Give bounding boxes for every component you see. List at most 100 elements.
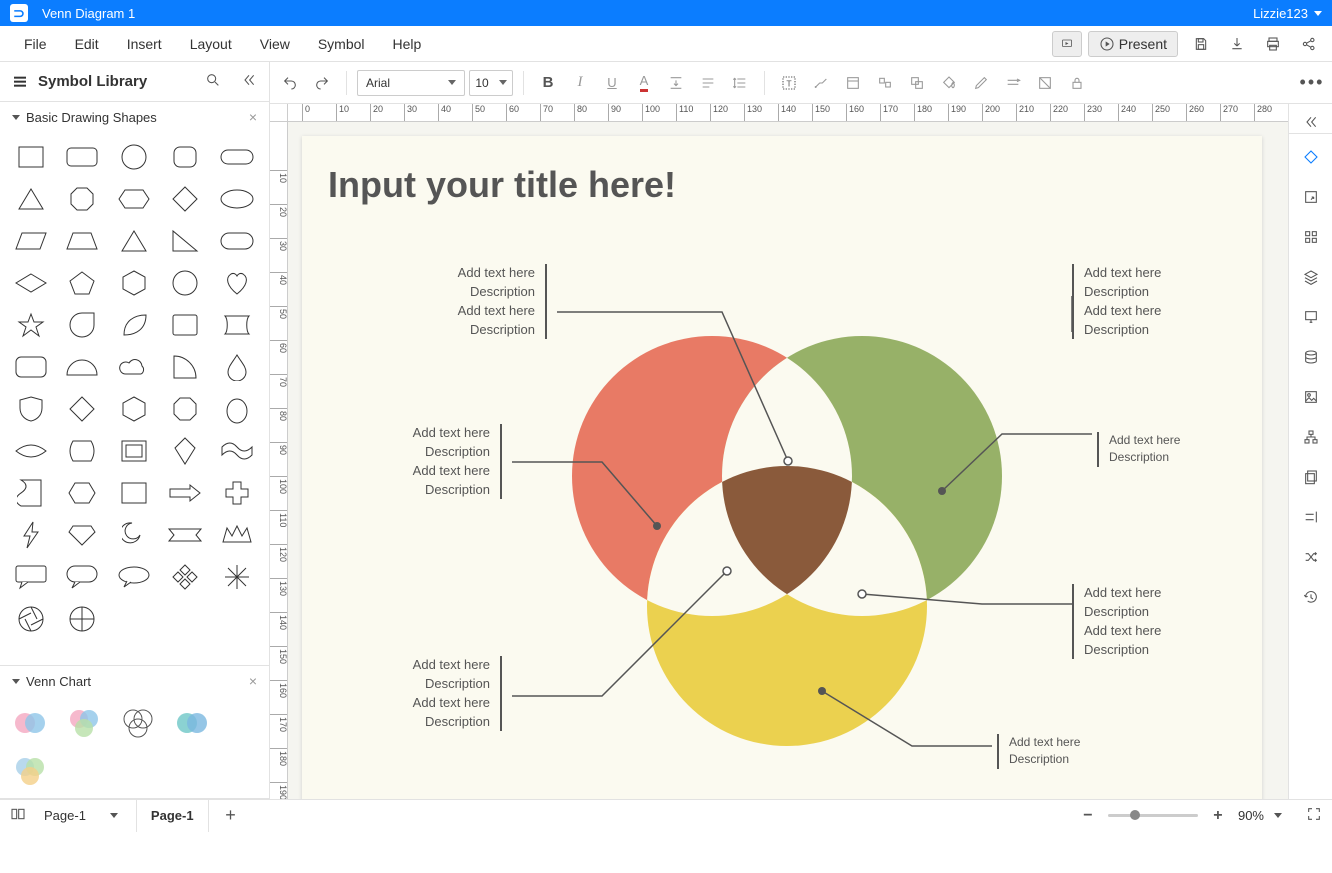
shape-rounded-square[interactable] [164, 140, 206, 174]
add-page-button[interactable]: + [219, 804, 243, 828]
more-button[interactable]: ••• [1298, 69, 1326, 97]
expand-right-panel-button[interactable] [1289, 110, 1332, 134]
data-button[interactable] [1294, 340, 1328, 374]
shape-kite[interactable] [164, 434, 206, 468]
shape-aperture[interactable] [10, 602, 52, 636]
menu-insert[interactable]: Insert [113, 36, 176, 52]
venn-2circle-color[interactable] [10, 706, 50, 740]
image-button[interactable] [1294, 380, 1328, 414]
shape-trapezoid[interactable] [61, 224, 103, 258]
shape-hexagon-v[interactable] [113, 266, 155, 300]
clear-format-button[interactable] [1031, 69, 1059, 97]
menu-symbol[interactable]: Symbol [304, 36, 379, 52]
shape-roundrect2[interactable] [10, 350, 52, 384]
shape-gem[interactable] [61, 518, 103, 552]
venn-3circle-pastel[interactable] [10, 754, 50, 788]
shape-heart[interactable] [216, 266, 258, 300]
shape-quarter-circle[interactable] [164, 350, 206, 384]
menu-edit[interactable]: Edit [61, 36, 113, 52]
callout-top-right[interactable]: Add text here Description Add text here … [1072, 264, 1227, 339]
collapse-library-button[interactable] [241, 72, 257, 92]
shape-leaf[interactable] [113, 308, 155, 342]
shape-half-circle[interactable] [61, 350, 103, 384]
apps-button[interactable] [1294, 220, 1328, 254]
shape-banner[interactable] [164, 518, 206, 552]
page-tab[interactable]: Page-1 [136, 800, 209, 832]
menu-layout[interactable]: Layout [176, 36, 246, 52]
history-button[interactable] [1294, 580, 1328, 614]
shape-parallelogram[interactable] [10, 224, 52, 258]
presentation-mode-button[interactable] [1052, 31, 1082, 57]
page-select[interactable]: Page-1 [36, 808, 126, 823]
page-layout-button[interactable] [10, 806, 26, 825]
save-button[interactable] [1188, 31, 1214, 57]
distribute-button[interactable] [1294, 500, 1328, 534]
zoom-in-button[interactable]: + [1208, 806, 1228, 826]
shape-triangle[interactable] [10, 182, 52, 216]
shape-egg[interactable] [216, 392, 258, 426]
shape-speech-oval[interactable] [113, 560, 155, 594]
shape-arrow-right[interactable] [164, 476, 206, 510]
shape-diamond2[interactable] [61, 392, 103, 426]
shape-card[interactable] [164, 308, 206, 342]
shape-lens[interactable] [10, 434, 52, 468]
venn-3circle-outline[interactable] [118, 706, 158, 740]
print-button[interactable] [1260, 31, 1286, 57]
shape-right-triangle[interactable] [164, 224, 206, 258]
redo-button[interactable] [308, 69, 336, 97]
shape-concave[interactable] [216, 308, 258, 342]
text-box-button[interactable]: T [775, 69, 803, 97]
shape-star[interactable] [10, 308, 52, 342]
clipboard-button[interactable] [1294, 460, 1328, 494]
shape-octagon2[interactable] [164, 392, 206, 426]
font-color-button[interactable]: A [630, 69, 658, 97]
shape-pill[interactable] [216, 140, 258, 174]
shape-crown[interactable] [216, 518, 258, 552]
search-button[interactable] [205, 72, 221, 92]
shape-rounded-rect[interactable] [61, 140, 103, 174]
shape-speech-rect[interactable] [10, 560, 52, 594]
align-objects-button[interactable] [871, 69, 899, 97]
shape-pentagon[interactable] [61, 266, 103, 300]
shape-hexagon3[interactable] [61, 476, 103, 510]
canvas-page[interactable]: Input your title here! [302, 136, 1262, 799]
shape-cut-rect[interactable] [113, 476, 155, 510]
shape-octagon[interactable] [61, 182, 103, 216]
font-family-select[interactable]: Arial [357, 70, 465, 96]
shape-hexagon-h[interactable] [113, 182, 155, 216]
shape-heptagon[interactable] [164, 266, 206, 300]
shape-grid4[interactable] [216, 560, 258, 594]
callout-bot-right[interactable]: Add text here Description Add text here … [1072, 584, 1227, 659]
zoom-slider[interactable] [1108, 814, 1198, 817]
canvas-area[interactable]: 0102030405060708090100110120130140150160… [270, 104, 1288, 799]
basic-shapes-header[interactable]: Basic Drawing Shapes × [0, 102, 269, 132]
shape-wave[interactable] [216, 434, 258, 468]
shape-plaque[interactable] [61, 434, 103, 468]
connector-button[interactable] [807, 69, 835, 97]
shape-stadium[interactable] [216, 224, 258, 258]
shape-4diamond[interactable] [164, 560, 206, 594]
callout-bot-left[interactable]: Add text here Description Add text here … [347, 656, 502, 731]
container-button[interactable] [839, 69, 867, 97]
shape-shield[interactable] [10, 392, 52, 426]
shape-square[interactable] [10, 140, 52, 174]
menu-help[interactable]: Help [379, 36, 436, 52]
callout-top-left[interactable]: Add text here Description Add text here … [392, 264, 547, 339]
shape-moon[interactable] [113, 518, 155, 552]
callout-mid-right[interactable]: Add text here Description [1097, 432, 1217, 467]
lock-button[interactable] [1063, 69, 1091, 97]
text-halign-button[interactable] [694, 69, 722, 97]
comments-button[interactable] [1294, 300, 1328, 334]
theme-button[interactable] [1294, 140, 1328, 174]
shape-cloud[interactable] [113, 350, 155, 384]
shape-drop[interactable] [216, 350, 258, 384]
share-button[interactable] [1296, 31, 1322, 57]
shape-frame[interactable] [113, 434, 155, 468]
export-button[interactable] [1294, 180, 1328, 214]
line-style-button[interactable] [999, 69, 1027, 97]
download-button[interactable] [1224, 31, 1250, 57]
shape-rhombus[interactable] [10, 266, 52, 300]
venn-chart-header[interactable]: Venn Chart × [0, 666, 269, 696]
shape-teardrop[interactable] [61, 308, 103, 342]
shape-diamond[interactable] [164, 182, 206, 216]
